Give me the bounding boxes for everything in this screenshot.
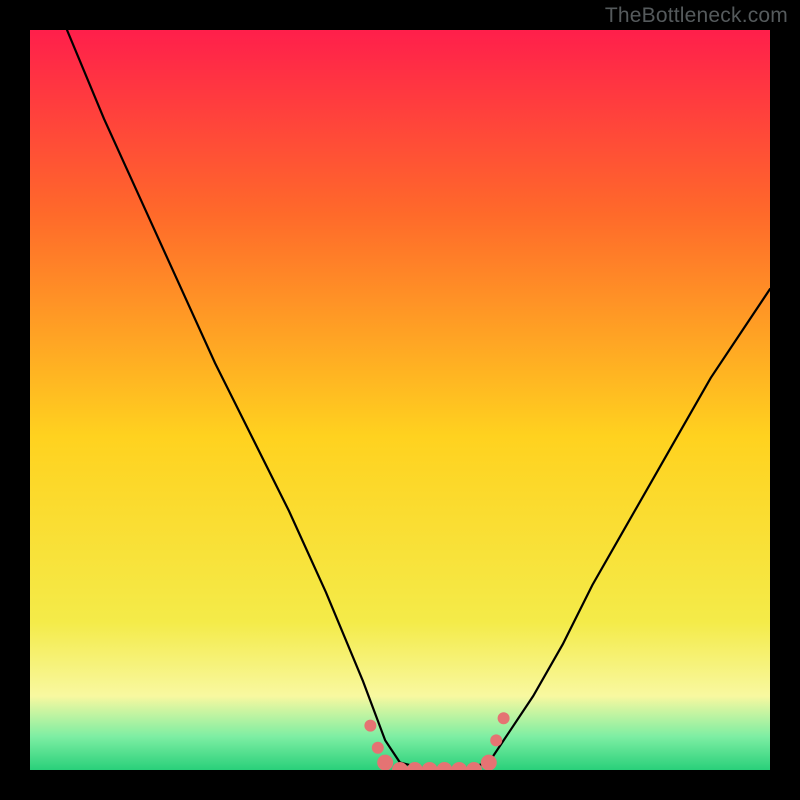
optimal-marker [490, 734, 502, 746]
bottleneck-chart [30, 30, 770, 770]
optimal-marker [498, 712, 510, 724]
chart-stage: TheBottleneck.com [0, 0, 800, 800]
optimal-marker [372, 742, 384, 754]
optimal-marker [377, 755, 393, 770]
watermark-label: TheBottleneck.com [605, 4, 788, 28]
gradient-background [30, 30, 770, 770]
optimal-marker [364, 720, 376, 732]
optimal-marker [481, 755, 497, 770]
